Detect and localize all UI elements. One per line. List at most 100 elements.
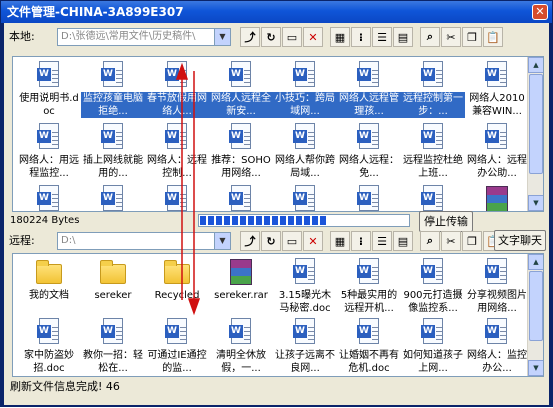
file-item[interactable]: W 分享视频图片用网络... bbox=[465, 256, 529, 316]
refresh-icon[interactable]: ↻ bbox=[261, 27, 281, 47]
word-doc-icon: W bbox=[163, 121, 191, 153]
progress-block bbox=[272, 216, 278, 225]
remote-file-pane[interactable]: 我的文档 sereker Recycled sereker.rar W 3.15曝光木马秘… bbox=[12, 253, 544, 377]
scroll-down-icon[interactable]: ▼ bbox=[528, 360, 543, 376]
new-folder-icon[interactable]: ▭ bbox=[282, 27, 302, 47]
file-item[interactable]: W 使用说明书.doc bbox=[17, 59, 81, 121]
file-item-label: 如何知道孩子上网... bbox=[403, 350, 463, 374]
new-folder-icon[interactable]: ▭ bbox=[282, 231, 302, 251]
file-item-label: 教你一招：轻松在... bbox=[83, 350, 143, 374]
remote-scroll-thumb[interactable] bbox=[529, 271, 543, 341]
file-item[interactable]: W 网络人：用远程监控... bbox=[17, 121, 81, 183]
file-item[interactable]: W 让婚姻不再有危机.doc bbox=[337, 316, 401, 376]
file-item[interactable]: W 900元打造摄像监控系... bbox=[401, 256, 465, 316]
close-icon[interactable]: ✕ bbox=[532, 4, 548, 20]
file-item[interactable]: W 让孩子远离不良网... bbox=[273, 316, 337, 376]
list-view-icon[interactable]: ☰ bbox=[372, 27, 392, 47]
cut-icon[interactable]: ✂ bbox=[441, 231, 461, 251]
file-item[interactable]: W bbox=[401, 183, 465, 211]
copy-icon[interactable]: ❐ bbox=[462, 27, 482, 47]
winrar-icon bbox=[227, 256, 255, 288]
transfer-progress-bar bbox=[198, 214, 410, 227]
file-item[interactable]: W bbox=[209, 183, 273, 211]
file-item[interactable]: W 可通过IE通控的监... bbox=[145, 316, 209, 376]
file-item[interactable]: Recycled bbox=[145, 256, 209, 316]
scroll-up-icon[interactable]: ▲ bbox=[528, 254, 543, 270]
stop-transfer-button[interactable]: 停止传输 bbox=[419, 211, 473, 232]
chevron-down-icon[interactable]: ▼ bbox=[214, 233, 230, 249]
file-item[interactable]: sereker.rar bbox=[209, 256, 273, 316]
local-file-pane[interactable]: W 使用说明书.doc W 监控孩童电脑拒绝... W 春节放假用网络人... W 网络人远程… bbox=[12, 56, 544, 212]
title-bar[interactable]: 文件管理-CHINA-3A899E307 ✕ bbox=[1, 1, 552, 23]
file-item[interactable]: W 3.15曝光木马秘密.doc bbox=[273, 256, 337, 316]
file-item[interactable]: W 远程监控杜绝上班... bbox=[401, 121, 465, 183]
small-icons-view-icon[interactable]: ⁝ bbox=[351, 231, 371, 251]
local-scrollbar[interactable]: ▲ ▼ bbox=[527, 57, 543, 211]
word-doc-icon: W bbox=[291, 316, 319, 348]
scroll-up-icon[interactable]: ▲ bbox=[528, 57, 543, 73]
delete-icon[interactable]: ✕ bbox=[303, 27, 323, 47]
file-item[interactable] bbox=[465, 183, 529, 211]
large-icons-view-icon[interactable]: ▦ bbox=[330, 231, 350, 251]
word-doc-icon: W bbox=[227, 316, 255, 348]
file-item[interactable]: W bbox=[273, 183, 337, 211]
search-icon[interactable]: ⌕ bbox=[420, 27, 440, 47]
local-toolbar: ⤴ ↻ ▭ ✕ ▦ ⁝ ☰ ▤ ⌕ ✂ ❐ 📋 bbox=[240, 27, 503, 47]
file-item[interactable]: W bbox=[337, 183, 401, 211]
scroll-down-icon[interactable]: ▼ bbox=[528, 195, 543, 211]
chevron-down-icon[interactable]: ▼ bbox=[214, 29, 230, 45]
delete-icon[interactable]: ✕ bbox=[303, 231, 323, 251]
file-item[interactable]: W 网络人：远程办公助... bbox=[465, 121, 529, 183]
client-area: 本地: D:\张德远\常用文件\历史稿件\ ▼ ⤴ ↻ ▭ ✕ ▦ ⁝ ☰ ▤ ⌕ ✂ ❐ 📋 W 使用… bbox=[4, 23, 549, 405]
folder-icon bbox=[163, 256, 191, 288]
file-item[interactable]: W 推荐：SOHO用网络... bbox=[209, 121, 273, 183]
file-item[interactable]: W 网络人帮你跨局域... bbox=[273, 121, 337, 183]
file-item[interactable]: W 网络人远程管理孩... bbox=[337, 59, 401, 121]
list-view-icon[interactable]: ☰ bbox=[372, 231, 392, 251]
file-item[interactable]: W 网络人2010兼容WIN... bbox=[465, 59, 529, 121]
cut-icon[interactable]: ✂ bbox=[441, 27, 461, 47]
paste-icon[interactable]: 📋 bbox=[483, 27, 503, 47]
file-item-label: sereker.rar bbox=[214, 290, 268, 301]
file-item-label: 春节放假用网络人... bbox=[145, 92, 209, 118]
word-doc-icon: W bbox=[355, 121, 383, 153]
file-item[interactable]: W bbox=[145, 183, 209, 211]
file-item[interactable]: W bbox=[81, 183, 145, 211]
file-item[interactable]: W bbox=[17, 183, 81, 211]
file-item[interactable]: W 教你一招：轻松在... bbox=[81, 316, 145, 376]
up-folder-icon[interactable]: ⤴ bbox=[240, 27, 260, 47]
local-scroll-thumb[interactable] bbox=[529, 74, 543, 174]
copy-icon[interactable]: ❐ bbox=[462, 231, 482, 251]
large-icons-view-icon[interactable]: ▦ bbox=[330, 27, 350, 47]
file-item[interactable]: W 网络人远程全新安... bbox=[209, 59, 273, 121]
small-icons-view-icon[interactable]: ⁝ bbox=[351, 27, 371, 47]
local-path-input[interactable]: D:\张德远\常用文件\历史稿件\ ▼ bbox=[57, 28, 231, 46]
file-item[interactable]: sereker bbox=[81, 256, 145, 316]
file-item[interactable]: W 家中防盗妙招.doc bbox=[17, 316, 81, 376]
word-doc-icon: W bbox=[291, 256, 319, 288]
file-item[interactable]: W 清明全休放假，一... bbox=[209, 316, 273, 376]
details-view-icon[interactable]: ▤ bbox=[393, 27, 413, 47]
search-icon[interactable]: ⌕ bbox=[420, 231, 440, 251]
progress-block bbox=[304, 216, 310, 225]
up-folder-icon[interactable]: ⤴ bbox=[240, 231, 260, 251]
file-item[interactable]: W 春节放假用网络人... bbox=[145, 59, 209, 121]
file-item[interactable]: W 网络人远程：免... bbox=[337, 121, 401, 183]
file-item[interactable]: W 网络人：远程控制... bbox=[145, 121, 209, 183]
file-item[interactable]: W 如何知道孩子上网... bbox=[401, 316, 465, 376]
refresh-icon[interactable]: ↻ bbox=[261, 231, 281, 251]
word-doc-icon: W bbox=[35, 316, 63, 348]
file-item-label: 远程监控杜绝上班... bbox=[403, 155, 463, 179]
remote-path-input[interactable]: D:\ ▼ bbox=[57, 232, 231, 250]
file-item[interactable]: W 5种最实用的远程开机... bbox=[337, 256, 401, 316]
details-view-icon[interactable]: ▤ bbox=[393, 231, 413, 251]
remote-scrollbar[interactable]: ▲ ▼ bbox=[527, 254, 543, 376]
file-item[interactable]: W 远程控制第一步：... bbox=[401, 59, 465, 121]
word-doc-icon: W bbox=[227, 183, 255, 211]
file-item[interactable]: W 网络人：监控办公... bbox=[465, 316, 529, 376]
file-item[interactable]: W 监控孩童电脑拒绝... bbox=[81, 59, 145, 121]
file-item[interactable]: 我的文档 bbox=[17, 256, 81, 316]
file-item[interactable]: W 小技巧：跨局域网... bbox=[273, 59, 337, 121]
text-chat-button[interactable]: 文字聊天 bbox=[494, 230, 546, 251]
file-item[interactable]: W 插上网线就能用的... bbox=[81, 121, 145, 183]
